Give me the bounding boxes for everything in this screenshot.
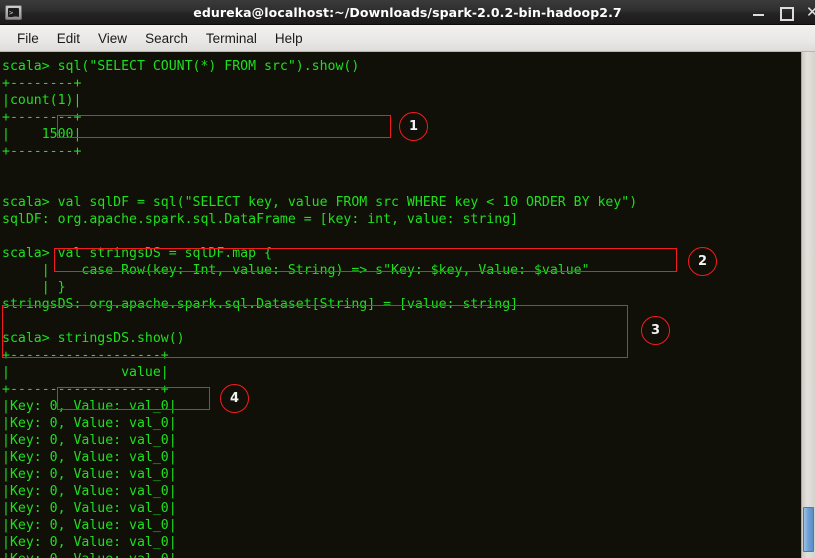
- terminal-icon: [5, 4, 22, 20]
- terminal-line: +-------------------+: [2, 382, 169, 397]
- menu-item-search[interactable]: Search: [136, 29, 197, 48]
- window-controls: ✕: [752, 4, 815, 21]
- menu-item-edit[interactable]: Edit: [48, 29, 89, 48]
- terminal-line: | value|: [2, 365, 169, 380]
- scrollbar-thumb[interactable]: [803, 507, 814, 552]
- annotation-marker-1: 1: [399, 112, 428, 141]
- terminal-line: scala> val sqlDF = sql("SELECT key, valu…: [2, 195, 638, 210]
- menu-item-view[interactable]: View: [89, 29, 136, 48]
- menu-item-terminal[interactable]: Terminal: [197, 29, 266, 48]
- title-bar: edureka@localhost:~/Downloads/spark-2.0.…: [0, 0, 815, 25]
- terminal-window: edureka@localhost:~/Downloads/spark-2.0.…: [0, 0, 815, 558]
- terminal-line: |Key: 0, Value: val_0|: [2, 551, 801, 558]
- terminal-line: |Key: 0, Value: val_0|: [2, 399, 177, 414]
- window-title: edureka@localhost:~/Downloads/spark-2.0.…: [193, 4, 622, 20]
- terminal-line: sqlDF: org.apache.spark.sql.DataFrame = …: [2, 212, 519, 227]
- terminal-line: |Key: 0, Value: val_0|: [2, 484, 177, 499]
- terminal-line: |Key: 0, Value: val_0|: [2, 501, 177, 516]
- terminal-line: | case Row(key: Int, value: String) => s…: [2, 263, 590, 278]
- terminal-scrollbar[interactable]: [801, 52, 815, 558]
- menu-item-help[interactable]: Help: [266, 29, 312, 48]
- terminal-line: |Key: 0, Value: val_0|: [2, 433, 177, 448]
- terminal-line: |count(1)|: [2, 93, 82, 108]
- annotation-marker-3: 3: [641, 316, 670, 345]
- terminal-line: scala> val stringsDS = sqlDF.map {: [2, 246, 272, 261]
- annotation-marker-4: 4: [220, 384, 249, 413]
- annotation-marker-2: 2: [688, 247, 717, 276]
- terminal-area[interactable]: scala> sql("SELECT COUNT(*) FROM src").s…: [0, 52, 815, 558]
- terminal-line: |Key: 0, Value: val_0|: [2, 518, 177, 533]
- maximize-button[interactable]: [779, 6, 794, 21]
- menu-bar: File Edit View Search Terminal Help: [0, 25, 815, 52]
- close-button[interactable]: ✕: [806, 4, 815, 19]
- terminal-line: scala> sql("SELECT COUNT(*) FROM src").s…: [2, 59, 360, 74]
- terminal-line: |Key: 0, Value: val_0|: [2, 467, 177, 482]
- terminal-line: +--------+: [2, 144, 82, 159]
- terminal-line: +--------+: [2, 76, 82, 91]
- terminal-line: |Key: 0, Value: val_0|: [2, 416, 177, 431]
- terminal-line: |Key: 0, Value: val_0|: [2, 450, 177, 465]
- terminal-line: +-------------------+: [2, 348, 169, 363]
- terminal-line: stringsDS: org.apache.spark.sql.Dataset[…: [2, 297, 519, 312]
- terminal-line: scala> stringsDS.show(): [2, 331, 185, 346]
- menu-item-file[interactable]: File: [8, 29, 48, 48]
- terminal-line: | }: [2, 280, 66, 295]
- terminal-line: |Key: 0, Value: val_0|: [2, 535, 177, 550]
- minimize-button[interactable]: [752, 6, 765, 19]
